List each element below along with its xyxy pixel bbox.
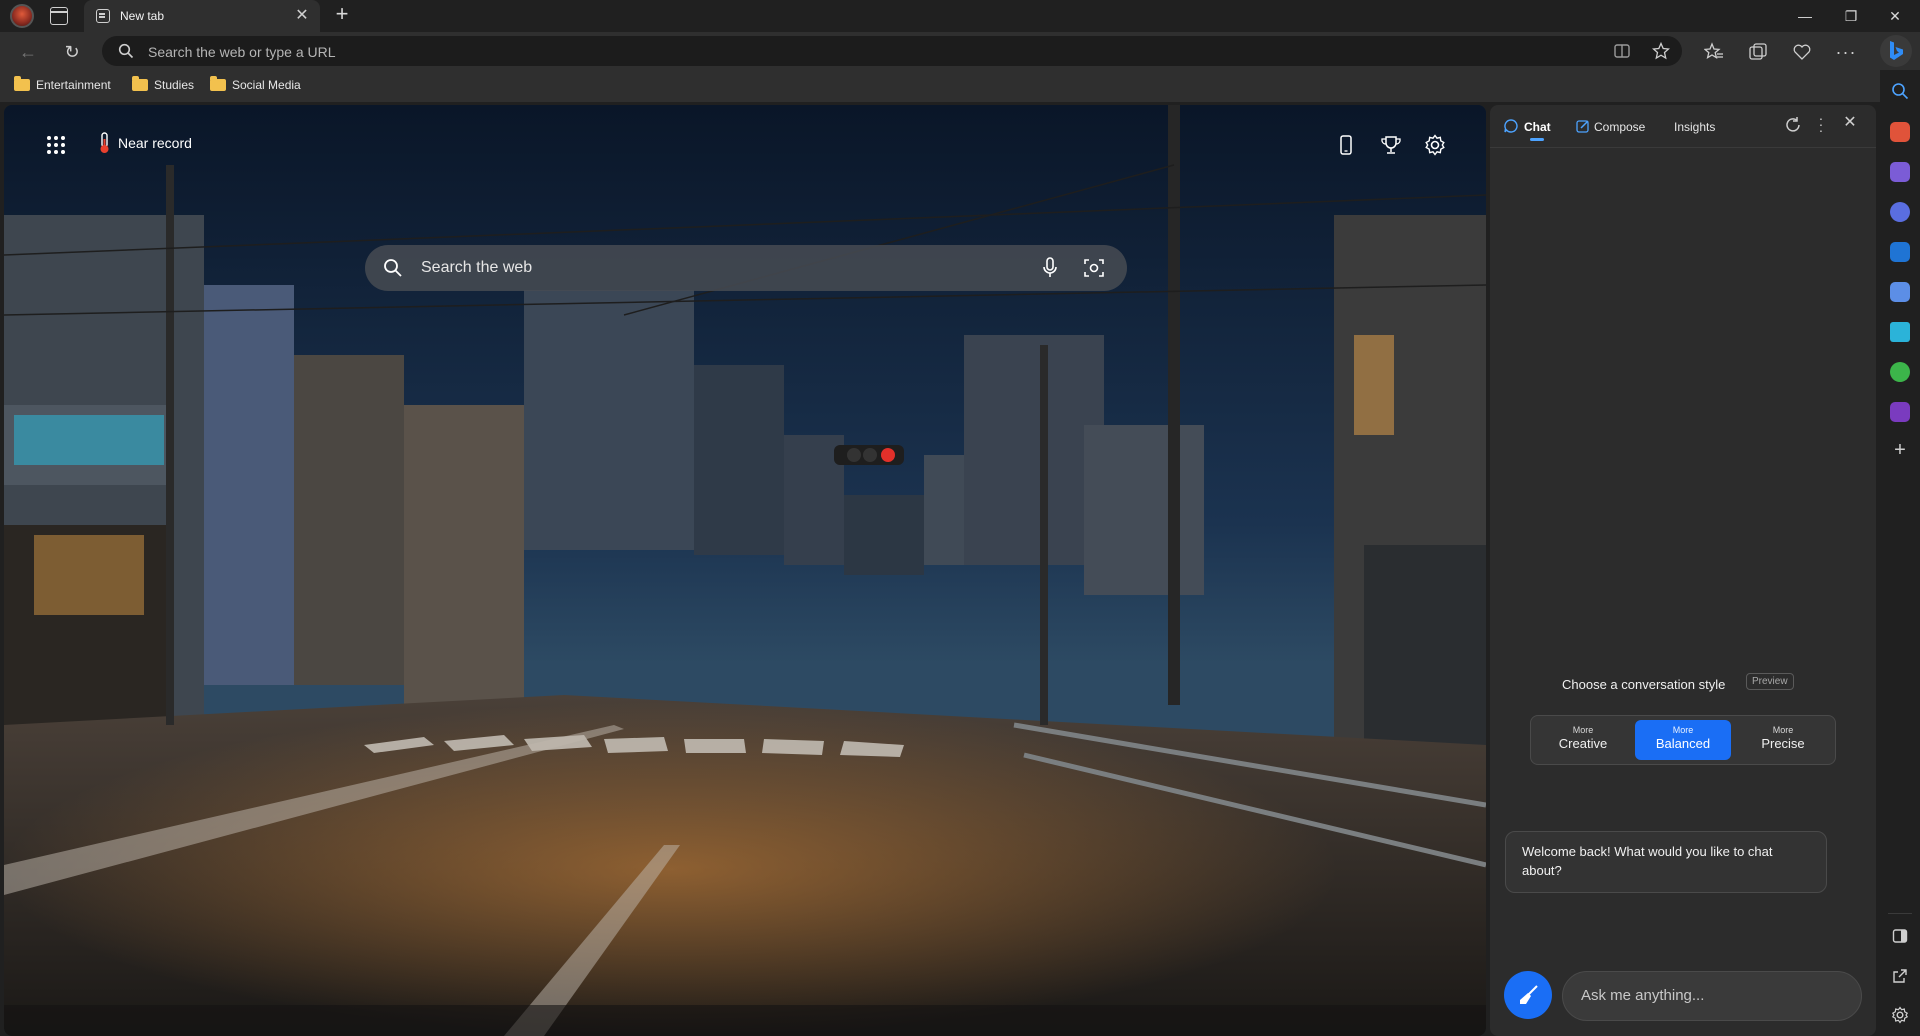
chat-icon: [1504, 119, 1518, 133]
close-tab-icon[interactable]: ✕: [292, 6, 312, 26]
microphone-icon[interactable]: [1041, 257, 1059, 279]
style-balanced-button[interactable]: More Balanced: [1635, 720, 1731, 760]
tab-strip: New tab ✕ + — ❐ ✕: [0, 0, 1920, 32]
tab-compose[interactable]: Compose: [1576, 115, 1656, 139]
visual-search-icon[interactable]: [1083, 257, 1105, 279]
style-precise-more: More: [1772, 725, 1794, 735]
style-creative-label: Creative: [1558, 736, 1608, 751]
folder-icon: [14, 76, 30, 91]
favorites-icon[interactable]: [1704, 42, 1724, 62]
new-topic-button[interactable]: [1504, 971, 1552, 1019]
search-icon: [384, 259, 402, 277]
sidebar-search-icon[interactable]: [1891, 82, 1909, 100]
games-icon[interactable]: [1890, 202, 1910, 222]
style-balanced-label: Balanced: [1655, 736, 1711, 751]
favorite-label: Studies: [154, 78, 195, 92]
style-balanced-more: More: [1672, 725, 1694, 735]
chat-input[interactable]: Ask me anything...: [1562, 971, 1862, 1021]
edge-sidebar: +: [1880, 70, 1920, 1036]
style-precise-button[interactable]: More Precise: [1735, 720, 1831, 760]
new-tab-button[interactable]: +: [330, 3, 354, 27]
hide-sidebar-icon[interactable]: [1892, 928, 1908, 944]
back-icon[interactable]: ←: [14, 38, 42, 66]
style-precise-label: Precise: [1761, 736, 1805, 751]
preview-badge: Preview: [1746, 673, 1794, 690]
new-tab-page: Near record Search the web: [4, 105, 1486, 1036]
compose-pen-icon: [1576, 120, 1589, 133]
favorite-folder-studies[interactable]: Studies: [132, 76, 195, 96]
web-search-placeholder: Search the web: [421, 259, 533, 276]
tab-chat-label: Chat: [1524, 120, 1551, 134]
folder-icon: [210, 76, 226, 91]
more-options-icon[interactable]: ···: [1832, 38, 1860, 66]
header-divider: [1490, 147, 1876, 148]
tab-insights[interactable]: Insights: [1674, 120, 1715, 134]
conversation-style-prompt: Choose a conversation style: [1562, 677, 1726, 692]
refresh-icon[interactable]: [1784, 116, 1802, 134]
tab-compose-label: Compose: [1594, 120, 1646, 134]
minimize-icon[interactable]: —: [1790, 4, 1820, 28]
outlook-icon[interactable]: [1890, 242, 1910, 262]
refresh-icon[interactable]: ↻: [58, 38, 86, 66]
folder-icon: [132, 76, 148, 91]
conversation-style-selector: More Creative More Balanced More Precise: [1530, 715, 1836, 765]
mobile-icon[interactable]: [1338, 135, 1354, 155]
close-panel-icon[interactable]: ✕: [1840, 113, 1860, 133]
tab-actions-icon[interactable]: [50, 7, 68, 25]
welcome-message: Welcome back! What would you like to cha…: [1505, 831, 1827, 893]
copilot-panel: Chat Compose Insights · · · ✕ Choose a con…: [1490, 105, 1876, 1036]
open-in-window-icon[interactable]: [1892, 968, 1908, 984]
favorite-folder-entertainment[interactable]: Entertainment: [14, 76, 111, 96]
favorite-label: Entertainment: [36, 78, 111, 92]
address-placeholder: Search the web or type a URL: [148, 44, 336, 60]
active-tab-indicator: [1530, 138, 1544, 141]
more-options-icon[interactable]: ···: [1816, 111, 1826, 137]
reading-view-icon[interactable]: [1614, 43, 1630, 59]
thermometer-icon: [100, 132, 109, 153]
bing-logo-icon: [1890, 41, 1903, 60]
send-icon[interactable]: [1890, 322, 1910, 342]
new-tab-page-icon: [96, 9, 110, 23]
collections-icon[interactable]: [1748, 42, 1768, 62]
restore-icon[interactable]: ❐: [1836, 4, 1866, 28]
web-search-box[interactable]: Search the web: [365, 245, 1127, 291]
add-sidebar-app-icon[interactable]: +: [1890, 440, 1910, 460]
rewards-trophy-icon[interactable]: [1380, 135, 1402, 155]
favorite-label: Social Media: [232, 78, 301, 92]
favorites-bar: Entertainment Studies Social Media: [0, 70, 1920, 102]
browser-essentials-icon[interactable]: [1792, 42, 1812, 62]
copilot-button[interactable]: [1880, 35, 1912, 67]
onenote-icon[interactable]: [1890, 402, 1910, 422]
style-creative-button[interactable]: More Creative: [1535, 720, 1631, 760]
address-bar[interactable]: Search the web or type a URL: [102, 36, 1682, 66]
profile-avatar[interactable]: [10, 4, 34, 28]
apps-grid-icon[interactable]: [46, 135, 66, 155]
favorite-folder-social-media[interactable]: Social Media: [210, 76, 301, 96]
favorite-star-icon[interactable]: [1652, 42, 1670, 60]
shopping-icon[interactable]: [1890, 122, 1910, 142]
navigation-bar: ← ↻ Search the web or type a URL ···: [0, 32, 1920, 70]
settings-gear-icon[interactable]: [1424, 134, 1446, 156]
search-icon: [118, 43, 134, 59]
tree-icon[interactable]: [1890, 362, 1910, 382]
broom-icon: [1520, 985, 1538, 1004]
chat-input-placeholder: Ask me anything...: [1581, 987, 1705, 1004]
style-creative-more: More: [1572, 725, 1594, 735]
tab-title: New tab: [120, 9, 165, 23]
tools-icon[interactable]: [1890, 162, 1910, 182]
sidebar-settings-icon[interactable]: [1891, 1006, 1909, 1024]
sidebar-divider: [1888, 913, 1912, 914]
tab-new-tab[interactable]: New tab ✕: [84, 0, 320, 32]
weather-label: Near record: [118, 135, 192, 151]
close-window-icon[interactable]: ✕: [1880, 4, 1910, 28]
drop-icon[interactable]: [1890, 282, 1910, 302]
